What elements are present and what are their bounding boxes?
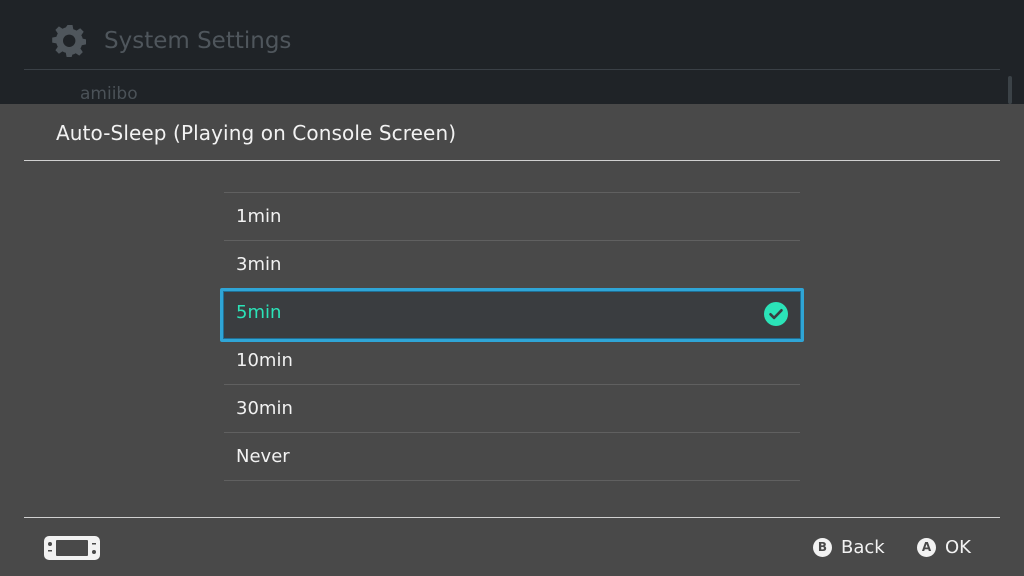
background-header: System Settings xyxy=(52,22,291,60)
option-3min[interactable]: 3min xyxy=(224,240,800,288)
auto-sleep-dialog: Auto-Sleep (Playing on Console Screen) 1… xyxy=(0,104,1024,576)
background-list-item: amiibo xyxy=(80,84,138,104)
option-never[interactable]: Never xyxy=(224,432,800,481)
option-5min[interactable]: 5min xyxy=(220,288,804,342)
option-label: 1min xyxy=(236,206,282,227)
option-label: Never xyxy=(236,446,290,467)
back-label: Back xyxy=(841,536,885,558)
ok-label: OK xyxy=(945,536,971,558)
option-label: 10min xyxy=(236,350,293,371)
background-settings-screen: System Settings amiibo xyxy=(0,0,1024,104)
option-10min[interactable]: 10min xyxy=(224,336,800,384)
option-list: 1min 3min 5min 10min 30min Never xyxy=(220,192,804,481)
background-title: System Settings xyxy=(104,28,292,54)
back-button[interactable]: B Back xyxy=(813,535,885,559)
b-button-icon: B xyxy=(813,537,832,557)
option-1min[interactable]: 1min xyxy=(224,192,800,240)
option-label: 30min xyxy=(236,398,293,419)
screen: System Settings amiibo Auto-Sleep (Playi… xyxy=(0,0,1024,576)
ok-button[interactable]: A OK xyxy=(917,535,971,559)
focus-highlight xyxy=(220,288,804,342)
option-label: 5min xyxy=(236,302,282,323)
checkmark-icon xyxy=(764,302,788,326)
dialog-top-divider xyxy=(24,160,1000,161)
option-label: 3min xyxy=(236,254,282,275)
dialog-title: Auto-Sleep (Playing on Console Screen) xyxy=(56,121,457,145)
gear-icon xyxy=(52,25,86,57)
option-30min[interactable]: 30min xyxy=(224,384,800,432)
background-divider xyxy=(24,69,1000,70)
background-scrollbar xyxy=(1008,76,1012,104)
a-button-icon: A xyxy=(917,537,936,557)
dialog-bottom-divider xyxy=(24,517,1000,518)
handheld-console-icon xyxy=(44,536,100,560)
